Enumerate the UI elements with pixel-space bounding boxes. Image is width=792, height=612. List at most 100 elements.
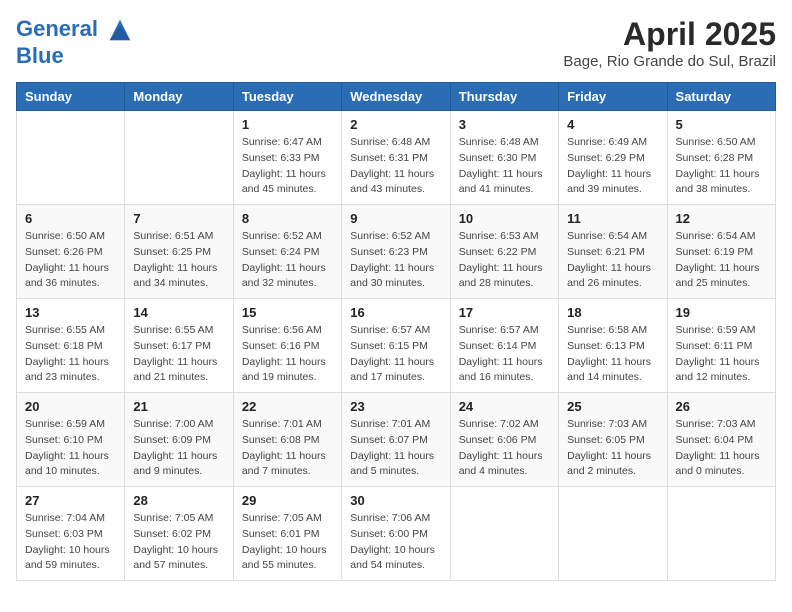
main-title: April 2025 [563, 16, 776, 53]
day-info: Sunrise: 6:55 AMSunset: 6:18 PMDaylight:… [25, 323, 116, 386]
day-number: 11 [567, 211, 658, 226]
calendar-cell [450, 487, 558, 581]
day-info: Sunrise: 6:54 AMSunset: 6:19 PMDaylight:… [676, 229, 767, 292]
day-info: Sunrise: 6:52 AMSunset: 6:23 PMDaylight:… [350, 229, 441, 292]
day-info: Sunrise: 7:05 AMSunset: 6:02 PMDaylight:… [133, 511, 224, 574]
day-info: Sunrise: 7:01 AMSunset: 6:08 PMDaylight:… [242, 417, 333, 480]
logo-icon [106, 16, 134, 44]
day-number: 17 [459, 305, 550, 320]
calendar-cell: 23 Sunrise: 7:01 AMSunset: 6:07 PMDayligh… [342, 393, 450, 487]
calendar-cell: 19 Sunrise: 6:59 AMSunset: 6:11 PMDayligh… [667, 299, 775, 393]
day-number: 23 [350, 399, 441, 414]
day-info: Sunrise: 7:03 AMSunset: 6:04 PMDaylight:… [676, 417, 767, 480]
day-number: 19 [676, 305, 767, 320]
day-info: Sunrise: 6:59 AMSunset: 6:10 PMDaylight:… [25, 417, 116, 480]
day-number: 18 [567, 305, 658, 320]
subtitle: Bage, Rio Grande do Sul, Brazil [563, 53, 776, 70]
day-number: 21 [133, 399, 224, 414]
day-number: 7 [133, 211, 224, 226]
logo-general: General [16, 16, 98, 41]
day-number: 6 [25, 211, 116, 226]
calendar-cell: 16Sunrise: 6:57 AMSunset: 6:15 PMDayligh… [342, 299, 450, 393]
day-info: Sunrise: 6:54 AMSunset: 6:21 PMDaylight:… [567, 229, 658, 292]
logo-blue: Blue [16, 44, 134, 68]
day-info: Sunrise: 6:47 AMSunset: 6:33 PMDaylight:… [242, 135, 333, 198]
day-info: Sunrise: 6:49 AMSunset: 6:29 PMDaylight:… [567, 135, 658, 198]
day-number: 27 [25, 493, 116, 508]
day-number: 30 [350, 493, 441, 508]
calendar-cell: 13Sunrise: 6:55 AMSunset: 6:18 PMDayligh… [17, 299, 125, 393]
day-header-wednesday: Wednesday [342, 83, 450, 111]
day-info: Sunrise: 6:48 AMSunset: 6:31 PMDaylight:… [350, 135, 441, 198]
calendar-cell: 27 Sunrise: 7:04 AMSunset: 6:03 PMDayligh… [17, 487, 125, 581]
calendar-cell: 3 Sunrise: 6:48 AMSunset: 6:30 PMDaylight… [450, 111, 558, 205]
calendar-cell: 6 Sunrise: 6:50 AMSunset: 6:26 PMDaylight… [17, 205, 125, 299]
day-info: Sunrise: 7:04 AMSunset: 6:03 PMDaylight:… [25, 511, 116, 574]
day-info: Sunrise: 7:06 AMSunset: 6:00 PMDaylight:… [350, 511, 441, 574]
calendar-cell: 17 Sunrise: 6:57 AMSunset: 6:14 PMDayligh… [450, 299, 558, 393]
calendar-cell: 7Sunrise: 6:51 AMSunset: 6:25 PMDaylight… [125, 205, 233, 299]
logo-text: General [16, 16, 134, 44]
day-info: Sunrise: 6:56 AMSunset: 6:16 PMDaylight:… [242, 323, 333, 386]
calendar-header-row: SundayMondayTuesdayWednesdayThursdayFrid… [17, 83, 776, 111]
day-number: 24 [459, 399, 550, 414]
day-number: 22 [242, 399, 333, 414]
calendar-week-5: 27 Sunrise: 7:04 AMSunset: 6:03 PMDayligh… [17, 487, 776, 581]
day-info: Sunrise: 6:48 AMSunset: 6:30 PMDaylight:… [459, 135, 550, 198]
day-number: 3 [459, 117, 550, 132]
calendar-cell: 4 Sunrise: 6:49 AMSunset: 6:29 PMDaylight… [559, 111, 667, 205]
day-info: Sunrise: 7:01 AMSunset: 6:07 PMDaylight:… [350, 417, 441, 480]
calendar-week-3: 13Sunrise: 6:55 AMSunset: 6:18 PMDayligh… [17, 299, 776, 393]
calendar-cell [559, 487, 667, 581]
day-info: Sunrise: 7:05 AMSunset: 6:01 PMDaylight:… [242, 511, 333, 574]
calendar-cell: 15Sunrise: 6:56 AMSunset: 6:16 PMDayligh… [233, 299, 341, 393]
day-header-saturday: Saturday [667, 83, 775, 111]
calendar-cell: 30 Sunrise: 7:06 AMSunset: 6:00 PMDayligh… [342, 487, 450, 581]
calendar-cell: 8 Sunrise: 6:52 AMSunset: 6:24 PMDaylight… [233, 205, 341, 299]
calendar-cell: 29 Sunrise: 7:05 AMSunset: 6:01 PMDayligh… [233, 487, 341, 581]
day-header-tuesday: Tuesday [233, 83, 341, 111]
day-number: 14 [133, 305, 224, 320]
calendar-cell: 26Sunrise: 7:03 AMSunset: 6:04 PMDayligh… [667, 393, 775, 487]
logo: General Blue [16, 16, 134, 68]
day-info: Sunrise: 6:50 AMSunset: 6:26 PMDaylight:… [25, 229, 116, 292]
calendar-week-2: 6 Sunrise: 6:50 AMSunset: 6:26 PMDaylight… [17, 205, 776, 299]
calendar-cell: 2 Sunrise: 6:48 AMSunset: 6:31 PMDaylight… [342, 111, 450, 205]
day-header-sunday: Sunday [17, 83, 125, 111]
day-number: 5 [676, 117, 767, 132]
day-number: 1 [242, 117, 333, 132]
calendar-cell: 18 Sunrise: 6:58 AMSunset: 6:13 PMDayligh… [559, 299, 667, 393]
calendar-cell: 14 Sunrise: 6:55 AMSunset: 6:17 PMDayligh… [125, 299, 233, 393]
day-number: 2 [350, 117, 441, 132]
calendar-week-4: 20 Sunrise: 6:59 AMSunset: 6:10 PMDayligh… [17, 393, 776, 487]
page-header: General Blue April 2025 Bage, Rio Grande… [16, 16, 776, 70]
day-info: Sunrise: 6:59 AMSunset: 6:11 PMDaylight:… [676, 323, 767, 386]
day-number: 4 [567, 117, 658, 132]
day-number: 28 [133, 493, 224, 508]
calendar-cell: 20 Sunrise: 6:59 AMSunset: 6:10 PMDayligh… [17, 393, 125, 487]
calendar-cell: 21Sunrise: 7:00 AMSunset: 6:09 PMDayligh… [125, 393, 233, 487]
day-info: Sunrise: 6:52 AMSunset: 6:24 PMDaylight:… [242, 229, 333, 292]
calendar-cell: 11 Sunrise: 6:54 AMSunset: 6:21 PMDayligh… [559, 205, 667, 299]
day-header-thursday: Thursday [450, 83, 558, 111]
day-info: Sunrise: 6:58 AMSunset: 6:13 PMDaylight:… [567, 323, 658, 386]
day-info: Sunrise: 6:57 AMSunset: 6:14 PMDaylight:… [459, 323, 550, 386]
calendar-cell: 1 Sunrise: 6:47 AMSunset: 6:33 PMDaylight… [233, 111, 341, 205]
calendar-cell [17, 111, 125, 205]
day-info: Sunrise: 6:55 AMSunset: 6:17 PMDaylight:… [133, 323, 224, 386]
title-block: April 2025 Bage, Rio Grande do Sul, Braz… [563, 16, 776, 70]
day-number: 20 [25, 399, 116, 414]
calendar-cell: 5Sunrise: 6:50 AMSunset: 6:28 PMDaylight… [667, 111, 775, 205]
day-number: 29 [242, 493, 333, 508]
day-info: Sunrise: 7:02 AMSunset: 6:06 PMDaylight:… [459, 417, 550, 480]
calendar-cell: 25Sunrise: 7:03 AMSunset: 6:05 PMDayligh… [559, 393, 667, 487]
calendar-cell: 12 Sunrise: 6:54 AMSunset: 6:19 PMDayligh… [667, 205, 775, 299]
calendar-cell [667, 487, 775, 581]
calendar-cell [125, 111, 233, 205]
day-number: 9 [350, 211, 441, 226]
day-number: 8 [242, 211, 333, 226]
day-info: Sunrise: 7:03 AMSunset: 6:05 PMDaylight:… [567, 417, 658, 480]
calendar-cell: 28 Sunrise: 7:05 AMSunset: 6:02 PMDayligh… [125, 487, 233, 581]
day-number: 12 [676, 211, 767, 226]
day-header-monday: Monday [125, 83, 233, 111]
